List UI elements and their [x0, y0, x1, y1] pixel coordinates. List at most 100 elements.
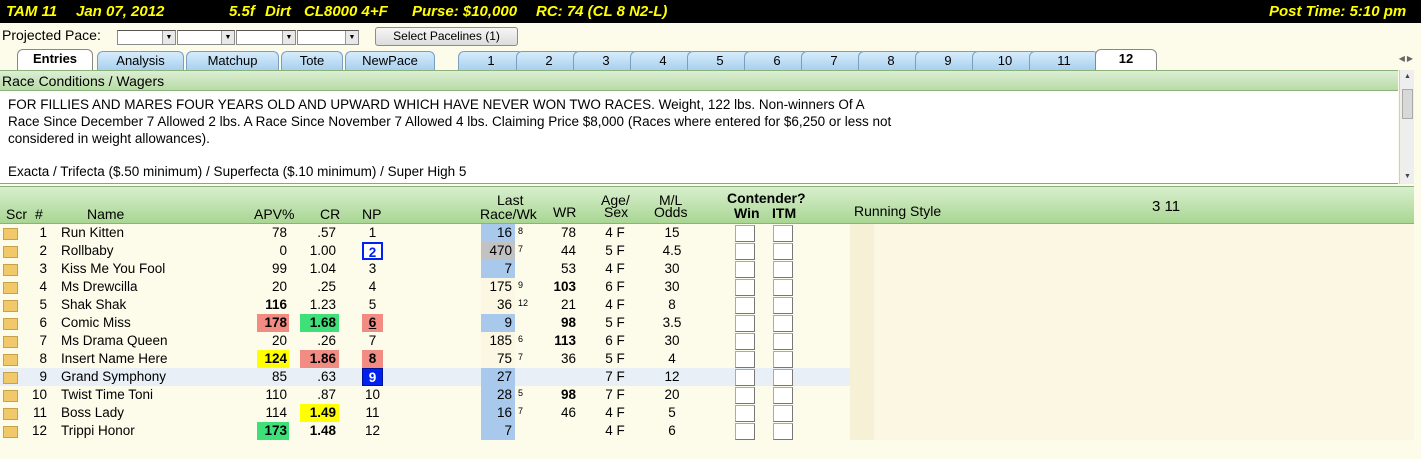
ml-odds: 4.5 — [662, 243, 682, 258]
conditions-line-1: FOR FILLIES AND MARES FOUR YEARS OLD AND… — [8, 97, 865, 112]
contender-win-checkbox[interactable] — [735, 351, 755, 368]
contender-itm-checkbox[interactable] — [773, 333, 793, 350]
contender-win-checkbox[interactable] — [735, 369, 755, 386]
ml-odds: 30 — [664, 261, 680, 276]
program-number: 10 — [31, 387, 47, 402]
contender-summary: 3 11 — [1152, 198, 1181, 215]
scratch-checkbox[interactable] — [3, 282, 18, 294]
tab-matchup[interactable]: Matchup — [186, 51, 279, 70]
scratch-checkbox[interactable] — [3, 408, 18, 420]
horse-name: Ms Drewcilla — [61, 279, 138, 294]
scroll-thumb[interactable] — [1402, 89, 1413, 119]
contender-win-checkbox[interactable] — [735, 297, 755, 314]
tab-scroll-arrows-icon[interactable]: ◀▶ — [1399, 54, 1415, 63]
running-style-cell — [874, 422, 1414, 440]
np-value: 2 — [362, 242, 383, 260]
contender-win-checkbox[interactable] — [735, 261, 755, 278]
scratch-checkbox[interactable] — [3, 372, 18, 384]
running-style-cell — [874, 224, 1414, 242]
ml-odds: 3.5 — [662, 315, 682, 330]
col-age-bottom: Sex — [604, 204, 629, 220]
pace-dropdown-4[interactable]: ▼ — [297, 30, 359, 45]
tab-entries[interactable]: Entries — [17, 49, 93, 70]
tab-newpace[interactable]: NewPace — [345, 51, 435, 70]
tab-tote[interactable]: Tote — [281, 51, 343, 70]
select-pacelines-button[interactable]: Select Pacelines (1) — [375, 27, 518, 46]
pace-dropdown-2[interactable]: ▼ — [177, 30, 235, 45]
race-distance: 5.5f — [229, 3, 255, 20]
col-ml-bottom: Odds — [654, 204, 688, 220]
contender-itm-checkbox[interactable] — [773, 369, 793, 386]
scratch-checkbox[interactable] — [3, 228, 18, 240]
contender-itm-checkbox[interactable] — [773, 351, 793, 368]
program-number: 2 — [39, 243, 47, 258]
table-row[interactable]: 3 Kiss Me You Fool 99 1.04 3 7 53 4 F 30 — [0, 260, 1414, 278]
running-style-cell — [874, 332, 1414, 350]
contender-itm-checkbox[interactable] — [773, 225, 793, 242]
table-row[interactable]: 7 Ms Drama Queen 20 .26 7 185 6 113 6 F 30 — [0, 332, 1414, 350]
scroll-down-icon[interactable]: ▼ — [1400, 170, 1415, 184]
apv-value: 20 — [271, 333, 287, 348]
contender-itm-checkbox[interactable] — [773, 261, 793, 278]
contender-win-checkbox[interactable] — [735, 387, 755, 404]
contender-win-checkbox[interactable] — [735, 243, 755, 260]
race-date: Jan 07, 2012 — [76, 3, 165, 20]
contender-win-checkbox[interactable] — [735, 423, 755, 440]
scratch-checkbox[interactable] — [3, 354, 18, 366]
contender-win-checkbox[interactable] — [735, 279, 755, 296]
scratch-checkbox[interactable] — [3, 426, 18, 438]
table-row[interactable]: 9 Grand Symphony 85 .63 9 27 7 F 12 — [0, 368, 1414, 386]
contender-win-checkbox[interactable] — [735, 225, 755, 242]
wr-value: 113 — [554, 333, 576, 348]
contender-itm-checkbox[interactable] — [773, 297, 793, 314]
scratch-checkbox[interactable] — [3, 390, 18, 402]
contender-itm-checkbox[interactable] — [773, 315, 793, 332]
horse-name: Trippi Honor — [61, 423, 135, 438]
tab-race-11[interactable]: 11 — [1029, 51, 1099, 70]
table-row[interactable]: 8 Insert Name Here 124 1.86 8 75 7 36 5 F 4 — [0, 350, 1414, 368]
tab-race-12[interactable]: 12 — [1095, 49, 1157, 70]
contender-itm-checkbox[interactable] — [773, 423, 793, 440]
running-style-gutter — [850, 386, 874, 404]
table-row[interactable]: 2 Rollbaby 0 1.00 2 470 7 44 5 F 4.5 — [0, 242, 1414, 260]
scratch-checkbox[interactable] — [3, 300, 18, 312]
scratch-checkbox[interactable] — [3, 318, 18, 330]
race-conditions-header: Race Conditions / Wagers — [0, 70, 1398, 91]
scratch-checkbox[interactable] — [3, 264, 18, 276]
apv-value: 20 — [271, 279, 287, 294]
cr-value: 1.04 — [309, 261, 336, 276]
col-scr: Scr — [6, 206, 27, 222]
table-row[interactable]: 5 Shak Shak 116 1.23 5 36 12 21 4 F 8 — [0, 296, 1414, 314]
running-style-gutter — [850, 278, 874, 296]
contender-win-checkbox[interactable] — [735, 405, 755, 422]
contender-win-checkbox[interactable] — [735, 333, 755, 350]
col-wr: WR — [553, 204, 577, 220]
tab-analysis[interactable]: Analysis — [97, 51, 184, 70]
contender-itm-checkbox[interactable] — [773, 405, 793, 422]
table-row[interactable]: 1 Run Kitten 78 .57 1 16 8 78 4 F 15 — [0, 224, 1414, 242]
table-row[interactable]: 11 Boss Lady 114 1.49 11 16 7 46 4 F 5 — [0, 404, 1414, 422]
table-row[interactable]: 6 Comic Miss 178 1.68 6 9 98 5 F 3.5 — [0, 314, 1414, 332]
table-row[interactable]: 12 Trippi Honor 173 1.48 12 7 4 F 6 — [0, 422, 1414, 440]
contender-itm-checkbox[interactable] — [773, 279, 793, 296]
age-sex: 4 F — [605, 423, 625, 438]
program-number: 5 — [39, 297, 47, 312]
contender-itm-checkbox[interactable] — [773, 387, 793, 404]
running-style-cell — [874, 386, 1414, 404]
pace-dropdown-1[interactable]: ▼ — [117, 30, 176, 45]
program-number: 8 — [39, 351, 47, 366]
wr-value: 98 — [560, 387, 576, 402]
conditions-scrollbar[interactable]: ▲ ▼ — [1399, 70, 1414, 184]
contender-itm-checkbox[interactable] — [773, 243, 793, 260]
scratch-checkbox[interactable] — [3, 336, 18, 348]
pace-dropdown-3[interactable]: ▼ — [236, 30, 296, 45]
table-row[interactable]: 10 Twist Time Toni 110 .87 10 28 5 98 7 F 20 — [0, 386, 1414, 404]
wr-value — [548, 368, 576, 386]
last-race-days: 470 — [481, 242, 515, 260]
table-row[interactable]: 4 Ms Drewcilla 20 .25 4 175 9 103 6 F 30 — [0, 278, 1414, 296]
tab-race-1[interactable]: 1 — [458, 51, 524, 70]
col-win: Win — [734, 205, 760, 221]
scratch-checkbox[interactable] — [3, 246, 18, 258]
contender-win-checkbox[interactable] — [735, 315, 755, 332]
scroll-up-icon[interactable]: ▲ — [1400, 70, 1415, 84]
